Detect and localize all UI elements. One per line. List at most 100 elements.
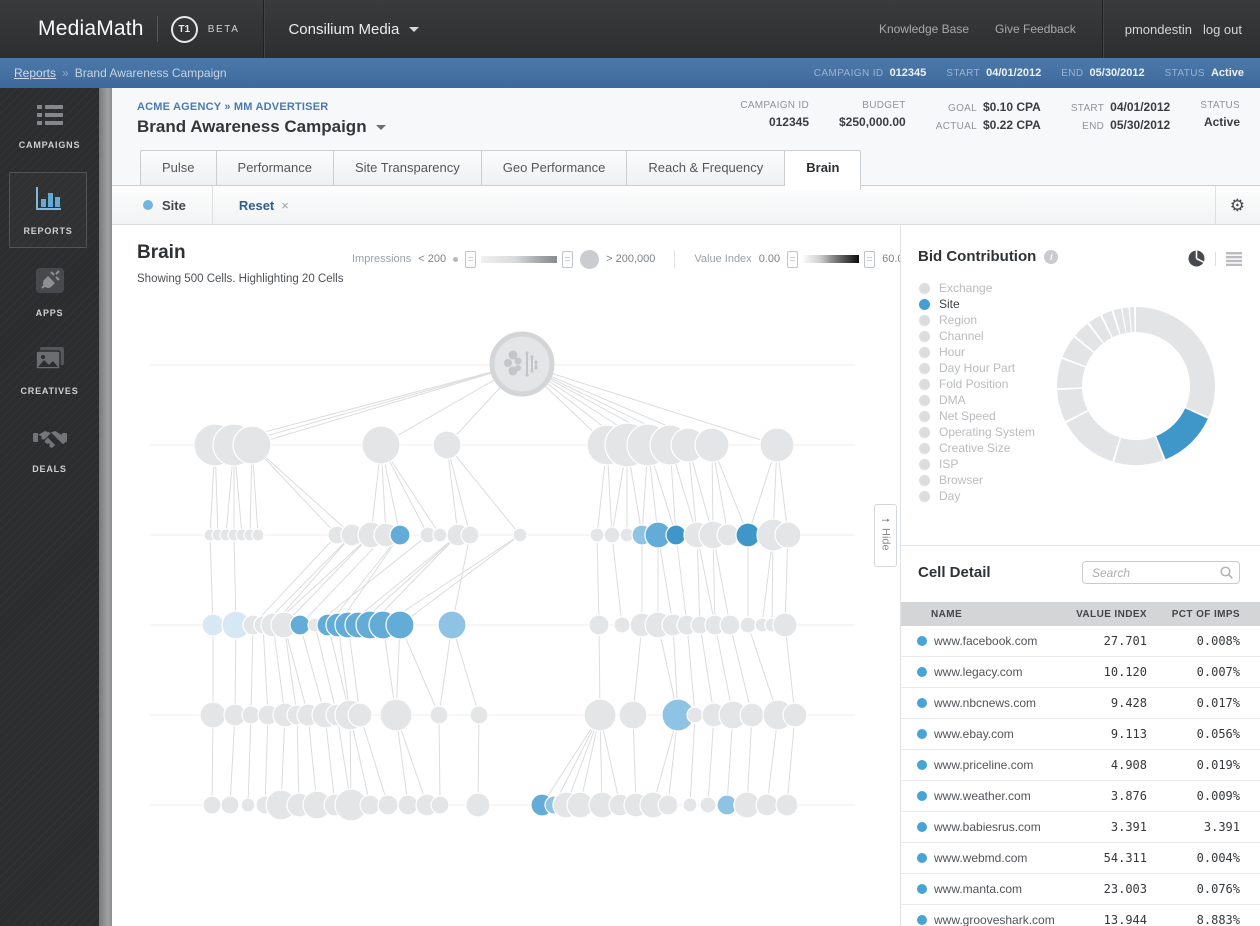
tab-pulse[interactable]: Pulse [140, 150, 217, 186]
mediamath-logo[interactable]: MediaMath [38, 17, 144, 41]
dimension-option-browser[interactable]: Browser [919, 472, 1035, 488]
radio-dot-icon [919, 378, 930, 390]
table-row[interactable]: www.webmd.com 54.311 0.004% [901, 843, 1260, 874]
start-value: 04/01/2012 [986, 67, 1042, 79]
tab-geo-performance[interactable]: Geo Performance [481, 150, 628, 186]
logo-divider [156, 16, 158, 42]
filter-bar-right: ⚙ [1214, 186, 1260, 224]
username-link[interactable]: pmondestin [1125, 22, 1192, 37]
dimension-option-fold-position[interactable]: Fold Position [919, 376, 1035, 392]
breadcrumb-stats: CAMPAIGN ID 012345 START 04/01/2012 END 05/… [814, 67, 1244, 79]
filter-divider [211, 186, 213, 224]
stat-value: Active [1203, 115, 1240, 129]
sidebar-item-apps[interactable]: APPS [0, 266, 99, 318]
sidebar-item-campaigns[interactable]: CAMPAIGNS [0, 104, 99, 150]
org-selector-label: Consilium Media [288, 20, 400, 38]
radio-dot-icon [919, 298, 930, 310]
info-icon[interactable]: i [1044, 249, 1059, 264]
table-row[interactable]: www.nbcnews.com 9.428 0.017% [901, 688, 1260, 719]
dimension-option-channel[interactable]: Channel [919, 328, 1035, 344]
toggle-divider [1215, 251, 1216, 266]
dimension-option-site[interactable]: Site [919, 296, 1035, 312]
table-row[interactable]: www.weather.com 3.876 0.009% [901, 781, 1260, 812]
dimension-label: Region [939, 313, 978, 327]
list-view-icon[interactable] [1226, 251, 1242, 266]
logout-link[interactable]: log out [1203, 22, 1242, 37]
knowledge-base-link[interactable]: Knowledge Base [879, 22, 969, 36]
cell-pct-of-imps: 3.391 [1203, 820, 1240, 834]
clear-filter-icon[interactable]: × [281, 198, 289, 213]
dimension-label: Channel [939, 329, 984, 343]
pie-chart-view-icon[interactable] [1188, 250, 1205, 267]
dimension-option-exchange[interactable]: Exchange [919, 280, 1035, 296]
reset-button[interactable]: Reset [239, 198, 274, 213]
sidebar-item-reports[interactable]: REPORTS [9, 172, 87, 248]
table-row[interactable]: www.manta.com 23.003 0.076% [901, 874, 1260, 905]
table-row[interactable]: www.facebook.com 27.701 0.008% [901, 626, 1260, 657]
dimension-option-operating-system[interactable]: Operating System [919, 424, 1035, 440]
dimension-label: Day [939, 489, 961, 503]
table-row[interactable]: www.ebay.com 9.113 0.056% [901, 719, 1260, 750]
campaign-id-label: CAMPAIGN ID [813, 68, 884, 79]
dimension-option-day[interactable]: Day [919, 488, 1035, 504]
column-header-pct-of-imps[interactable]: PCT OF IMPS [1147, 609, 1260, 620]
dimension-option-hour[interactable]: Hour [919, 344, 1035, 360]
dimension-label: DMA [939, 393, 966, 407]
dimension-label: Fold Position [939, 377, 1009, 391]
end-label: END [1061, 68, 1084, 79]
tab-brain[interactable]: Brain [785, 150, 862, 190]
cell-pct-of-imps: 0.019% [1196, 758, 1240, 772]
table-row[interactable]: www.legacy.com 10.120 0.007% [901, 657, 1260, 688]
dimension-option-isp[interactable]: ISP [919, 456, 1035, 472]
table-row[interactable]: www.grooveshark.com 13.944 8.883% [901, 905, 1260, 926]
table-row[interactable]: www.priceline.com 4.908 0.019% [901, 750, 1260, 781]
dimension-option-day-hour-part[interactable]: Day Hour Part [919, 360, 1035, 376]
radio-dot-icon [919, 426, 930, 438]
radio-dot-icon [919, 330, 930, 342]
brain-tree-chart[interactable] [112, 224, 900, 926]
radio-dot-icon [919, 282, 930, 294]
dimension-option-creative-size[interactable]: Creative Size [919, 440, 1035, 456]
tab-reach-frequency[interactable]: Reach & Frequency [627, 150, 786, 186]
cell-detail-table: NAME VALUE INDEX PCT OF IMPS www.faceboo… [901, 602, 1260, 926]
cell-name: www.babiesrus.com [934, 820, 1041, 834]
stat-goal-actual: GOAL $0.10 CPA ACTUAL $0.22 CPA [936, 100, 1041, 132]
column-header-name[interactable]: NAME [901, 609, 1067, 620]
cell-name: www.weather.com [934, 789, 1031, 803]
stat-label: CAMPAIGN ID [740, 100, 809, 111]
cell-value-index: 23.003 [1103, 882, 1147, 896]
search-input[interactable] [1082, 561, 1240, 584]
column-header-value-index[interactable]: VALUE INDEX [1067, 609, 1147, 620]
campaign-title: Brand Awareness Campaign [137, 117, 367, 136]
nav-section-divider [263, 0, 265, 58]
sidebar-item-label: CREATIVES [20, 386, 79, 396]
panel-divider [901, 545, 1260, 546]
sidebar-item-label: DEALS [32, 464, 67, 474]
cell-value-index: 13.944 [1103, 913, 1147, 926]
tab-performance[interactable]: Performance [216, 150, 334, 186]
table-row[interactable]: www.babiesrus.com 3.391 3.391 [901, 812, 1260, 843]
breadcrumb-reports-link[interactable]: Reports [14, 66, 56, 80]
user-section-divider [1101, 0, 1103, 58]
cell-value-index: 10.120 [1103, 665, 1147, 679]
cell-value-index: 9.428 [1110, 696, 1147, 710]
cell-name: www.legacy.com [934, 665, 1023, 679]
bid-contribution-donut-chart[interactable] [1051, 301, 1221, 471]
give-feedback-link[interactable]: Give Feedback [995, 22, 1076, 36]
gear-icon[interactable]: ⚙ [1230, 197, 1245, 214]
dimension-option-region[interactable]: Region [919, 312, 1035, 328]
dimension-label: Browser [939, 473, 984, 487]
campaign-title-dropdown[interactable]: Brand Awareness Campaign [137, 117, 386, 137]
chevron-down-icon [375, 124, 386, 130]
dimension-option-dma[interactable]: DMA [919, 392, 1035, 408]
tab-site-transparency[interactable]: Site Transparency [333, 150, 482, 186]
radio-dot-icon [919, 410, 930, 422]
agency-breadcrumb[interactable]: ACME AGENCY » MM ADVERTISER [137, 101, 328, 113]
cell-detail-title: Cell Detail [918, 564, 991, 581]
sidebar-item-creatives[interactable]: CREATIVES [0, 346, 99, 396]
sidebar-item-deals[interactable]: DEALS [0, 428, 99, 474]
cell-name: www.webmd.com [934, 851, 1028, 865]
org-selector[interactable]: Consilium Media [288, 20, 420, 38]
hide-panel-button[interactable]: → Hide [874, 504, 897, 567]
dimension-option-net-speed[interactable]: Net Speed [919, 408, 1035, 424]
